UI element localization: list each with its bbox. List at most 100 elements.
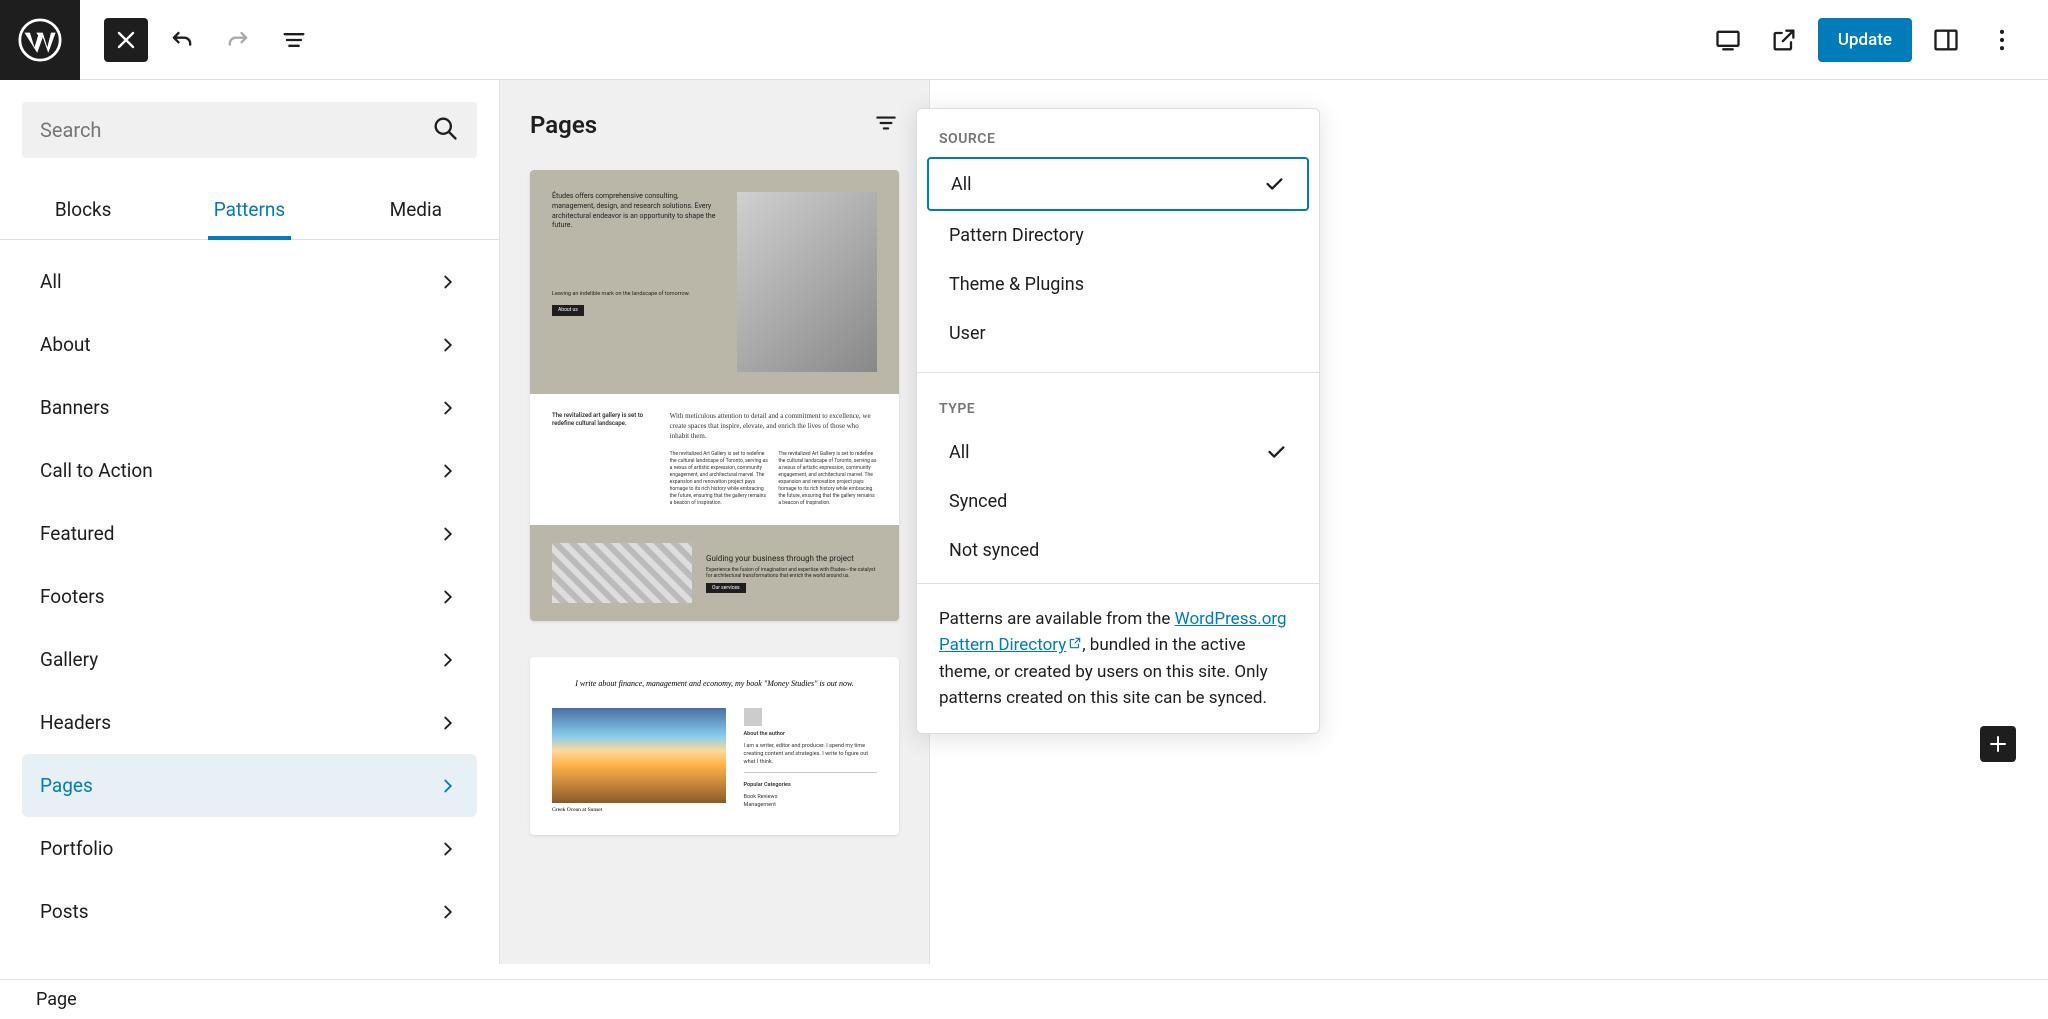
external-link-icon	[1066, 635, 1082, 655]
add-block-button[interactable]	[1980, 726, 2016, 762]
pattern-preview-2[interactable]: I write about finance, management and ec…	[530, 657, 899, 835]
chevron-right-icon	[437, 523, 459, 545]
filter-type-synced[interactable]: Synced	[927, 477, 1309, 526]
filter-source-user[interactable]: User	[927, 309, 1309, 358]
panel-header: Pages	[530, 110, 899, 140]
preview-text: Guiding your business through the projec…	[706, 554, 877, 563]
cat-all[interactable]: All	[22, 250, 477, 313]
chevron-right-icon	[437, 901, 459, 923]
filter-type-not-synced[interactable]: Not synced	[927, 526, 1309, 575]
check-icon	[1265, 441, 1287, 463]
avatar-placeholder	[744, 708, 762, 726]
close-inserter-button[interactable]	[104, 18, 148, 62]
cat-headers[interactable]: Headers	[22, 691, 477, 754]
cat-footers[interactable]: Footers	[22, 565, 477, 628]
cat-gallery[interactable]: Gallery	[22, 628, 477, 691]
cat-label: Headers	[40, 711, 111, 734]
preview-text: Experience the fusion of imagination and…	[706, 567, 877, 579]
toolbar-right: Update	[1706, 18, 2048, 62]
filter-popover: SOURCE All Pattern Directory Theme & Plu…	[916, 108, 1320, 734]
chevron-right-icon	[437, 271, 459, 293]
view-button[interactable]	[1706, 18, 1750, 62]
filter-source-all[interactable]: All	[927, 157, 1309, 211]
chevron-right-icon	[437, 334, 459, 356]
patterns-panel: Pages Études offers comprehensive consul…	[500, 80, 930, 964]
preview-image-placeholder	[552, 708, 726, 803]
editor-toolbar: Update	[0, 0, 2048, 80]
cat-portfolio[interactable]: Portfolio	[22, 817, 477, 880]
preview-text: Popular Categories	[744, 781, 877, 789]
filter-option-label: User	[949, 323, 986, 344]
wordpress-logo[interactable]	[0, 0, 80, 80]
toolbar-left	[80, 18, 316, 62]
preview-text: I am a writer, editor and producer. I sp…	[744, 742, 877, 774]
filter-info: Patterns are available from the WordPres…	[917, 583, 1319, 733]
search-wrap	[0, 80, 499, 180]
plus-icon	[1986, 732, 2010, 756]
preview-text: The revitalized Art Gallery is set to re…	[778, 451, 877, 507]
chevron-right-icon	[437, 586, 459, 608]
block-inserter: Blocks Patterns Media All About Banners …	[0, 80, 500, 964]
cat-label: All	[40, 270, 62, 293]
tab-media[interactable]: Media	[333, 180, 499, 239]
filter-source-directory[interactable]: Pattern Directory	[927, 211, 1309, 260]
preview-text: With meticulous attention to detail and …	[670, 412, 877, 441]
preview-button: About us	[552, 305, 584, 316]
cat-cta[interactable]: Call to Action	[22, 439, 477, 502]
preview-text: Management	[744, 801, 877, 809]
check-icon	[1263, 173, 1285, 195]
cat-label: Featured	[40, 522, 114, 545]
cat-featured[interactable]: Featured	[22, 502, 477, 565]
cat-pages[interactable]: Pages	[22, 754, 477, 817]
cat-label: About	[40, 333, 91, 356]
chevron-right-icon	[437, 397, 459, 419]
filter-icon	[873, 110, 899, 136]
filter-type-all[interactable]: All	[927, 427, 1309, 477]
preview-text: Études offers comprehensive consulting, …	[552, 192, 719, 231]
preview-text: The revitalized art gallery is set to re…	[552, 412, 656, 507]
divider	[917, 372, 1319, 373]
filter-button[interactable]	[873, 110, 899, 140]
filter-option-label: All	[951, 174, 972, 195]
preview-text: I write about finance, management and ec…	[552, 679, 877, 688]
undo-button[interactable]	[160, 18, 204, 62]
pattern-preview-1[interactable]: Études offers comprehensive consulting, …	[530, 170, 899, 621]
document-overview-button[interactable]	[272, 18, 316, 62]
redo-button[interactable]	[216, 18, 260, 62]
search-icon	[431, 114, 459, 146]
preview-text: Leaving an indelible mark on the landsca…	[552, 291, 719, 299]
cat-banners[interactable]: Banners	[22, 376, 477, 439]
breadcrumb-item[interactable]: Page	[36, 989, 77, 1010]
chevron-right-icon	[437, 649, 459, 671]
filter-type-label: TYPE	[917, 387, 1319, 427]
filter-option-label: Theme & Plugins	[949, 274, 1084, 295]
chevron-right-icon	[437, 712, 459, 734]
filter-option-label: Synced	[949, 491, 1007, 512]
breadcrumb: Page	[0, 979, 2048, 1019]
cat-label: Gallery	[40, 648, 98, 671]
search-input[interactable]	[40, 118, 431, 142]
update-button[interactable]: Update	[1818, 18, 1912, 62]
preview-text: The revitalized Art Gallery is set to re…	[670, 451, 769, 507]
inserter-tabs: Blocks Patterns Media	[0, 180, 499, 240]
chevron-right-icon	[437, 838, 459, 860]
tab-blocks[interactable]: Blocks	[0, 180, 166, 239]
info-text: Patterns are available from the	[939, 609, 1175, 629]
cat-label: Pages	[40, 774, 93, 797]
search-box	[22, 102, 477, 158]
preview-text: Book Reviews	[744, 793, 877, 801]
open-external-icon[interactable]	[1762, 18, 1806, 62]
sidebar-toggle-button[interactable]	[1924, 18, 1968, 62]
cat-label: Portfolio	[40, 837, 113, 860]
options-button[interactable]	[1980, 18, 2024, 62]
chevron-right-icon	[437, 460, 459, 482]
filter-option-label: Not synced	[949, 540, 1039, 561]
preview-text: Greek Ocean at Sunset	[552, 807, 726, 813]
cat-about[interactable]: About	[22, 313, 477, 376]
preview-text: About the author	[744, 730, 877, 738]
filter-source-theme[interactable]: Theme & Plugins	[927, 260, 1309, 309]
cat-label: Banners	[40, 396, 109, 419]
preview-image-placeholder	[737, 192, 877, 372]
cat-posts[interactable]: Posts	[22, 880, 477, 943]
tab-patterns[interactable]: Patterns	[166, 180, 332, 239]
